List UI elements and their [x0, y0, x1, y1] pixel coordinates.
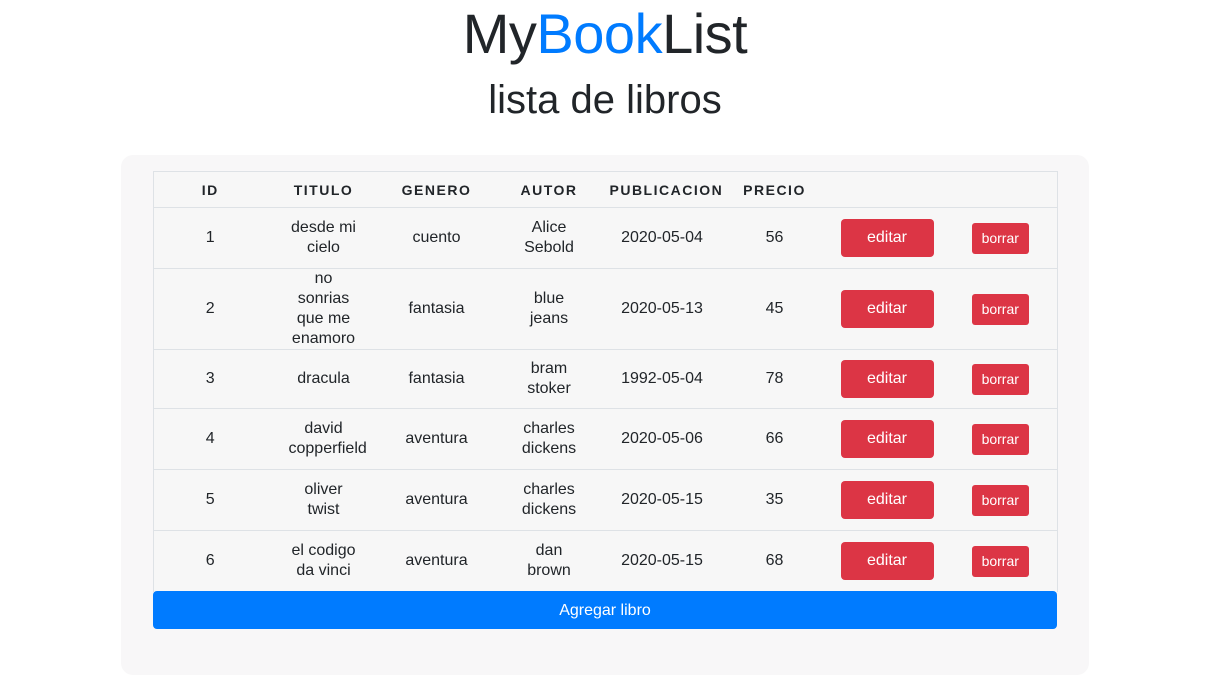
cell-autor: blue jeans: [492, 268, 606, 350]
app-title-my: My: [462, 2, 537, 65]
column-header-titulo: TITULO: [266, 171, 381, 208]
cell-genero: aventura: [380, 408, 493, 470]
app-title-list: List: [662, 2, 748, 65]
edit-button[interactable]: editar: [840, 481, 934, 519]
edit-cell: editar: [830, 530, 944, 592]
cell-id: 1: [153, 207, 267, 269]
cell-genero: aventura: [380, 469, 493, 531]
cell-autor: charles dickens: [492, 469, 606, 531]
books-table: ID TITULO GENERO AUTOR PUBLICACION PRECI…: [153, 171, 1058, 592]
cell-publicacion: 2020-05-13: [605, 268, 719, 350]
table-row: 5 oliver twist aventura charles dickens 2020…: [153, 469, 1058, 531]
delete-button[interactable]: borrar: [971, 545, 1029, 577]
table-body: 1 desde mi cielo cuento Alice Sebold 2020-05…: [153, 207, 1058, 592]
delete-cell: borrar: [943, 408, 1058, 470]
table-row: 4 david copperfield aventura charles dicken…: [153, 408, 1058, 470]
cell-titulo: el codigo da vinci: [266, 530, 381, 592]
cell-precio: 56: [718, 207, 831, 269]
delete-button[interactable]: borrar: [971, 222, 1029, 254]
delete-cell: borrar: [943, 530, 1058, 592]
delete-button[interactable]: borrar: [971, 423, 1029, 455]
cell-id: 3: [153, 349, 267, 409]
column-header-precio: PRECIO: [718, 171, 831, 208]
cell-titulo: david copperfield: [266, 408, 381, 470]
cell-genero: fantasia: [380, 349, 493, 409]
edit-button[interactable]: editar: [840, 219, 934, 257]
delete-cell: borrar: [943, 207, 1058, 269]
edit-cell: editar: [830, 268, 944, 350]
delete-button[interactable]: borrar: [971, 293, 1029, 325]
add-book-button[interactable]: Agregar libro: [153, 591, 1057, 629]
cell-genero: cuento: [380, 207, 493, 269]
cell-genero: fantasia: [380, 268, 493, 350]
cell-id: 6: [153, 530, 267, 592]
cell-titulo: oliver twist: [266, 469, 381, 531]
cell-autor: dan brown: [492, 530, 606, 592]
column-header-edit: [830, 171, 944, 208]
cell-autor: Alice Sebold: [492, 207, 606, 269]
edit-cell: editar: [830, 349, 944, 409]
delete-cell: borrar: [943, 268, 1058, 350]
cell-titulo: desde mi cielo: [266, 207, 381, 269]
table-header-row: ID TITULO GENERO AUTOR PUBLICACION PRECI…: [153, 171, 1058, 208]
cell-publicacion: 2020-05-15: [605, 530, 719, 592]
delete-cell: borrar: [943, 349, 1058, 409]
table-row: 3 dracula fantasia bram stoker 1992-05-04 78 e…: [153, 349, 1058, 409]
cell-precio: 45: [718, 268, 831, 350]
cell-publicacion: 2020-05-04: [605, 207, 719, 269]
cell-id: 2: [153, 268, 267, 350]
cell-publicacion: 2020-05-06: [605, 408, 719, 470]
cell-publicacion: 1992-05-04: [605, 349, 719, 409]
table-row: 6 el codigo da vinci aventura dan brown 2020…: [153, 530, 1058, 592]
cell-genero: aventura: [380, 530, 493, 592]
cell-autor: bram stoker: [492, 349, 606, 409]
app-title: MyBookList: [0, 2, 1210, 66]
cell-publicacion: 2020-05-15: [605, 469, 719, 531]
column-header-publicacion: PUBLICACION: [605, 171, 722, 208]
cell-titulo: no sonrias que me enamoro: [266, 268, 381, 350]
column-header-delete: [943, 171, 1058, 208]
column-header-genero: GENERO: [380, 171, 493, 208]
cell-id: 5: [153, 469, 267, 531]
cell-precio: 66: [718, 408, 831, 470]
cell-titulo: dracula: [266, 349, 381, 409]
edit-cell: editar: [830, 408, 944, 470]
edit-button[interactable]: editar: [840, 542, 934, 581]
column-header-id: ID: [153, 171, 267, 208]
cell-precio: 68: [718, 530, 831, 592]
cell-precio: 35: [718, 469, 831, 531]
table-row: 2 no sonrias que me enamoro fantasia blue j…: [153, 268, 1058, 350]
table-row: 1 desde mi cielo cuento Alice Sebold 2020-05…: [153, 207, 1058, 269]
cell-autor: charles dickens: [492, 408, 606, 470]
delete-cell: borrar: [943, 469, 1058, 531]
column-header-autor: AUTOR: [492, 171, 606, 208]
edit-cell: editar: [830, 207, 944, 269]
app-title-book: Book: [536, 2, 663, 65]
page-subtitle: lista de libros: [488, 78, 722, 122]
delete-button[interactable]: borrar: [971, 363, 1029, 395]
edit-cell: editar: [830, 469, 944, 531]
cell-precio: 78: [718, 349, 831, 409]
edit-button[interactable]: editar: [840, 290, 934, 328]
edit-button[interactable]: editar: [840, 360, 934, 398]
cell-id: 4: [153, 408, 267, 470]
delete-button[interactable]: borrar: [971, 484, 1029, 516]
edit-button[interactable]: editar: [840, 420, 934, 458]
